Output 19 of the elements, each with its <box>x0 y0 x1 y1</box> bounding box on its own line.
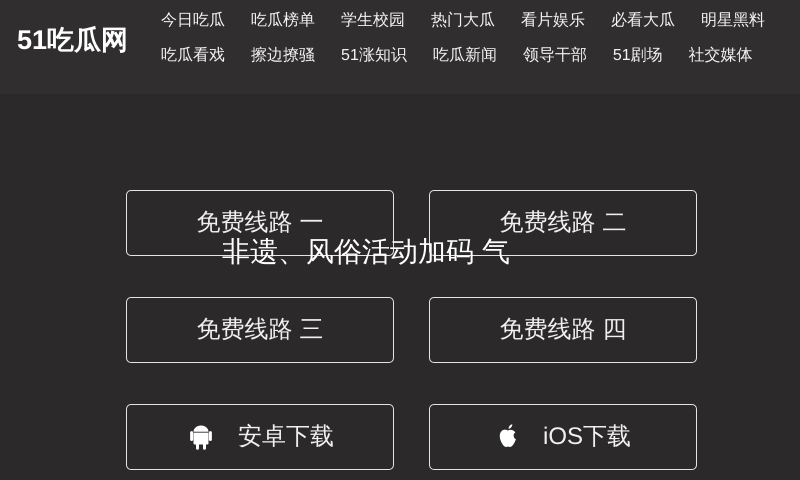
nav-link[interactable]: 今日吃瓜 <box>161 6 226 35</box>
nav-link[interactable]: 吃瓜新闻 <box>432 41 497 70</box>
route-button[interactable]: 免费线路 四 <box>429 297 697 363</box>
download-button[interactable]: 安卓下载 <box>126 404 394 470</box>
nav-link[interactable]: 必看大瓜 <box>611 6 676 35</box>
nav-link[interactable]: 擦边撩骚 <box>251 41 316 70</box>
nav-link[interactable]: 看片娱乐 <box>521 6 586 35</box>
nav-link[interactable]: 吃瓜榜单 <box>251 6 316 35</box>
nav-link[interactable]: 社交媒体 <box>688 41 753 70</box>
nav-link[interactable]: 领导干部 <box>522 41 587 70</box>
nav-link[interactable]: 吃瓜看戏 <box>161 41 226 70</box>
route-button[interactable]: 免费线路 三 <box>126 297 394 363</box>
nav-link[interactable]: 51涨知识 <box>341 41 407 70</box>
nav-link[interactable]: 热门大瓜 <box>431 6 496 35</box>
site-logo[interactable]: 51吃瓜网 <box>17 20 128 60</box>
nav-link[interactable]: 学生校园 <box>341 6 406 35</box>
nav-link[interactable]: 51剧场 <box>612 41 663 70</box>
download-button[interactable]: iOS下载 <box>429 404 697 470</box>
nav-link[interactable]: 明星黑料 <box>701 6 766 35</box>
